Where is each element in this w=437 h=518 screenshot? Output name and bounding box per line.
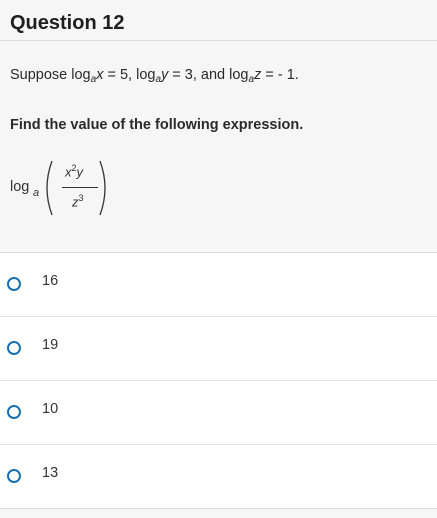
answer-option[interactable]: 16 (0, 253, 437, 317)
answer-option[interactable]: 10 (0, 381, 437, 445)
answer-option-label: 13 (42, 465, 59, 481)
expr-log: log (10, 179, 30, 195)
stem-var-z: z (254, 67, 262, 83)
stem-log-y: log (136, 67, 156, 83)
question-stem: Suppose logax = 5, logay = 3, and logaz … (10, 67, 299, 85)
fraction-bar (62, 187, 98, 188)
answer-option-label: 16 (42, 273, 59, 289)
answer-option[interactable]: 19 (0, 317, 437, 381)
math-expression: log a x2y z3 (10, 157, 130, 221)
question-title: Question 12 (10, 12, 125, 34)
stem-prefix: Suppose log (10, 67, 91, 83)
stem-value-y: = 3, and log (172, 67, 249, 83)
expr-base: a (33, 187, 40, 199)
answer-option-label: 19 (42, 337, 59, 353)
radio-button-icon[interactable] (7, 405, 21, 419)
answer-option-label: 10 (42, 401, 59, 417)
question-instruction: Find the value of the following expressi… (10, 117, 304, 133)
expr-num-y: y (76, 164, 84, 180)
stem-var-x: x (96, 67, 104, 83)
question-card: Question 12 Suppose logax = 5, logay = 3… (0, 0, 437, 518)
radio-button-icon[interactable] (7, 277, 21, 291)
question-body: Suppose logax = 5, logay = 3, and logaz … (0, 41, 437, 253)
stem-var-y: y (161, 67, 169, 83)
radio-button-icon[interactable] (7, 469, 21, 483)
expr-numerator: x2y (65, 163, 83, 179)
question-header: Question 12 (0, 0, 437, 41)
radio-button-icon[interactable] (7, 341, 21, 355)
expr-denominator: z3 (72, 193, 84, 209)
stem-value-x: = 5, (107, 67, 133, 83)
answer-option[interactable]: 13 (0, 445, 437, 509)
expr-den-z-exp: 3 (78, 193, 84, 203)
stem-value-z: = - 1. (265, 67, 299, 83)
